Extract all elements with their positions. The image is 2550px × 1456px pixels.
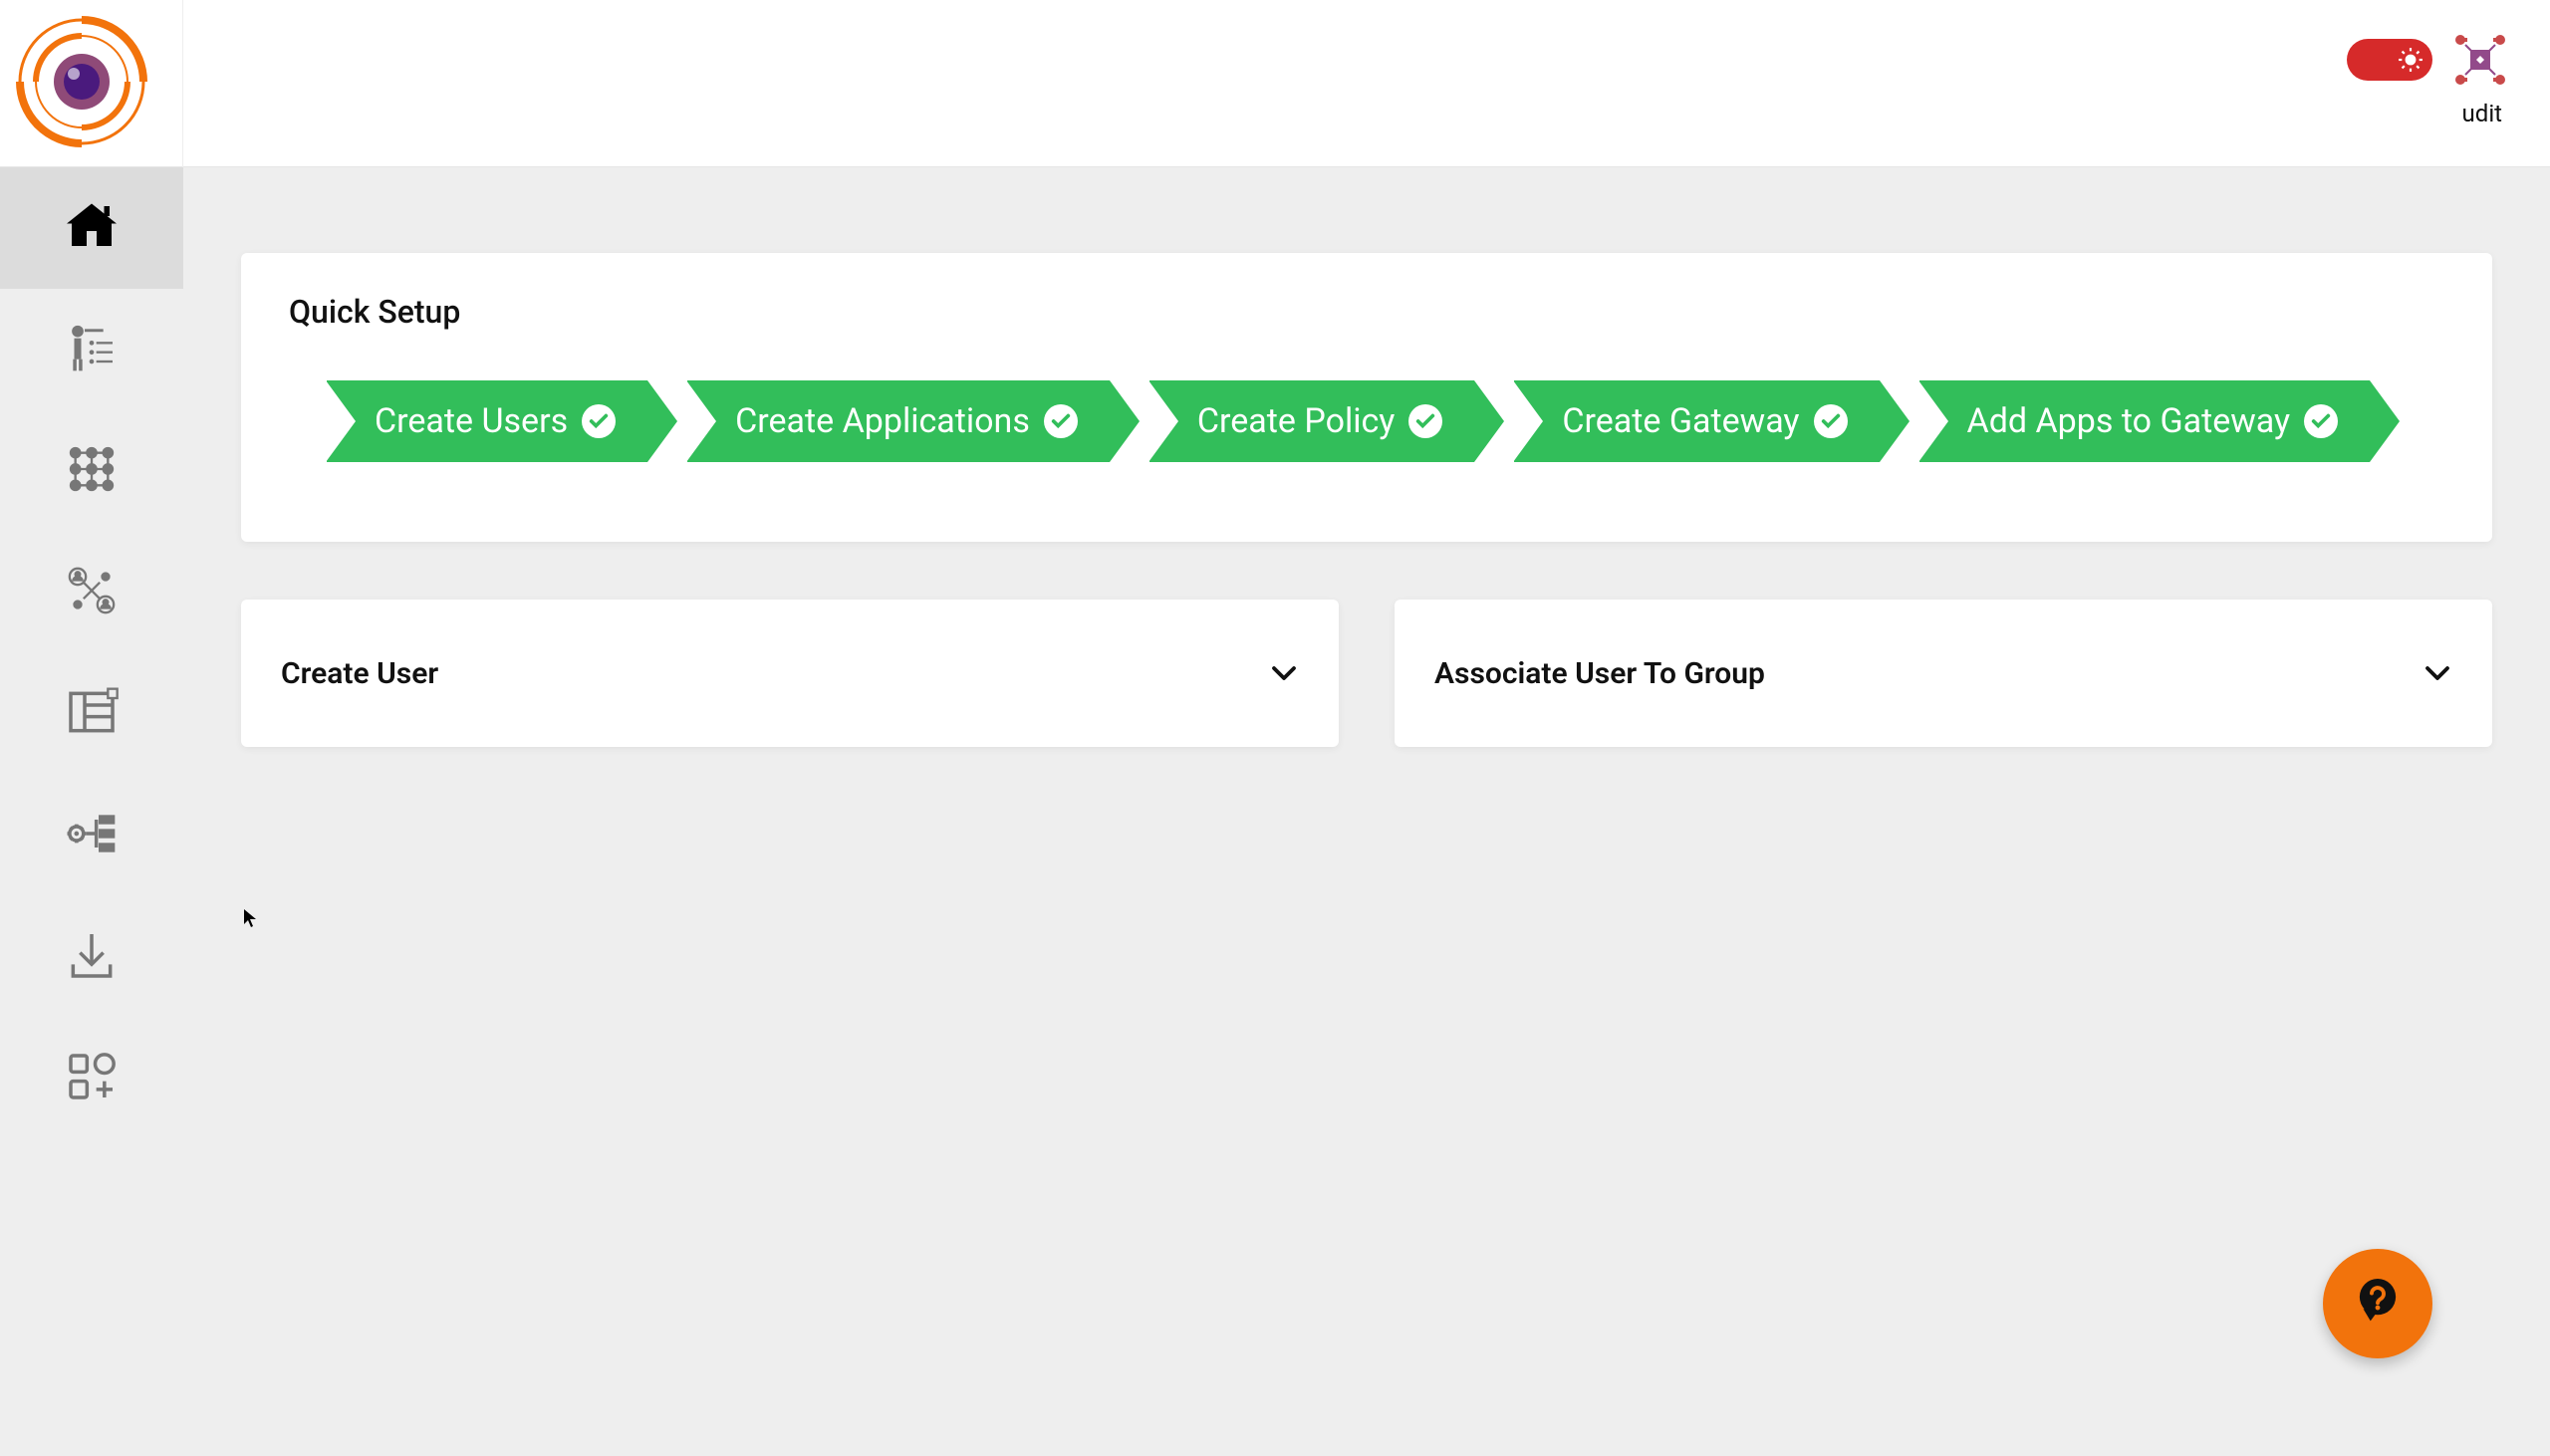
logo-container bbox=[0, 0, 183, 167]
nav-user-network[interactable] bbox=[0, 532, 183, 653]
panel-title: Create User bbox=[281, 656, 438, 691]
nav-home[interactable] bbox=[0, 167, 183, 289]
nav-tree-config[interactable] bbox=[0, 775, 183, 896]
check-circle-icon bbox=[2304, 404, 2338, 438]
check-circle-icon bbox=[582, 404, 616, 438]
main-content: Quick Setup Create Users Create Applicat… bbox=[183, 167, 2550, 1456]
layout-icon bbox=[64, 684, 120, 744]
quick-setup-title: Quick Setup bbox=[289, 293, 2444, 331]
download-icon bbox=[64, 927, 120, 987]
step-create-users[interactable]: Create Users bbox=[327, 380, 647, 462]
nav-grid[interactable] bbox=[0, 410, 183, 532]
sun-icon bbox=[2395, 44, 2426, 76]
user-network-icon bbox=[64, 563, 120, 622]
nav-download[interactable] bbox=[0, 896, 183, 1018]
panel-create-user[interactable]: Create User bbox=[241, 600, 1339, 747]
check-circle-icon bbox=[1044, 404, 1078, 438]
step-label: Create Gateway bbox=[1562, 401, 1799, 441]
step-create-gateway[interactable]: Create Gateway bbox=[1514, 380, 1879, 462]
chevron-down-icon bbox=[2422, 658, 2452, 688]
help-button[interactable] bbox=[2323, 1249, 2432, 1358]
step-create-applications[interactable]: Create Applications bbox=[687, 380, 1110, 462]
header-controls: udit bbox=[2347, 0, 2550, 127]
check-circle-icon bbox=[1408, 404, 1442, 438]
person-list-icon bbox=[64, 320, 120, 379]
panel-associate-user-to-group[interactable]: Associate User To Group bbox=[1395, 600, 2492, 747]
tree-config-icon bbox=[64, 806, 120, 865]
check-circle-icon bbox=[1814, 404, 1848, 438]
nav-add-module[interactable] bbox=[0, 1018, 183, 1139]
panels-row: Create User Associate User To Group bbox=[241, 600, 2492, 747]
app-header: udit bbox=[0, 0, 2550, 167]
grid-dots-icon bbox=[64, 441, 120, 501]
home-icon bbox=[62, 196, 122, 260]
add-module-icon bbox=[64, 1049, 120, 1108]
chevron-down-icon bbox=[1269, 658, 1299, 688]
step-add-apps-to-gateway[interactable]: Add Apps to Gateway bbox=[1919, 380, 2371, 462]
panel-title: Associate User To Group bbox=[1434, 656, 1765, 691]
quick-setup-steps: Create Users Create Applications Create … bbox=[289, 380, 2444, 462]
step-label: Create Users bbox=[375, 401, 568, 441]
step-create-policy[interactable]: Create Policy bbox=[1149, 380, 1475, 462]
sidebar bbox=[0, 167, 183, 1456]
user-name-label: udit bbox=[2462, 100, 2510, 127]
step-label: Create Policy bbox=[1197, 401, 1396, 441]
step-label: Add Apps to Gateway bbox=[1967, 401, 2291, 441]
help-icon bbox=[2349, 1273, 2407, 1335]
nav-onboarding[interactable] bbox=[0, 289, 183, 410]
app-logo-icon bbox=[12, 12, 151, 155]
nav-layout[interactable] bbox=[0, 653, 183, 775]
step-label: Create Applications bbox=[735, 401, 1030, 441]
quick-setup-card: Quick Setup Create Users Create Applicat… bbox=[241, 253, 2492, 542]
user-avatar-icon[interactable] bbox=[2450, 30, 2510, 90]
theme-toggle[interactable] bbox=[2347, 39, 2432, 81]
